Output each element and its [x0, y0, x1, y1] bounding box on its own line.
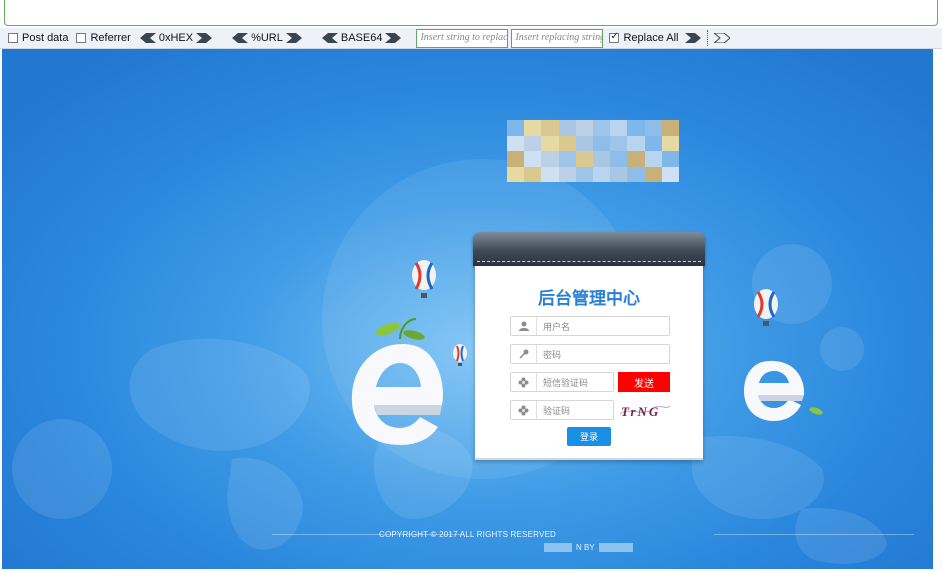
mosaic-tile — [593, 151, 611, 167]
replace-string-input[interactable]: Insert string to replace — [416, 28, 509, 48]
replace-all-checkbox-box[interactable] — [609, 31, 620, 43]
mosaic-tile — [575, 151, 593, 167]
hackbar-toolbar: Post data Referrer 0xHEX %URL BASE64 Ins… — [0, 28, 942, 49]
mosaic-tile — [644, 120, 662, 136]
mosaic-tile — [593, 120, 611, 136]
mosaic-tile — [627, 120, 645, 136]
mosaic-tile — [541, 166, 559, 182]
mosaic-tile — [507, 166, 525, 182]
mosaic-tile — [593, 166, 611, 182]
hex-encoder: 0xHEX — [137, 32, 215, 44]
login-panel-header — [473, 232, 705, 266]
mosaic-tile — [541, 151, 559, 167]
post-data-checkbox[interactable]: Post data — [8, 32, 68, 44]
hex-label: 0xHEX — [158, 32, 194, 44]
mosaic-tile — [644, 151, 662, 167]
hex-decode-right-arrow-icon[interactable] — [196, 33, 213, 43]
mosaic-tile — [627, 166, 645, 182]
flower-icon — [511, 373, 537, 391]
mosaic-tile — [575, 166, 593, 182]
sms-code-field[interactable]: 短信验证码 — [510, 372, 614, 392]
replacing-string-input[interactable]: Insert replacing string — [511, 28, 604, 48]
mosaic-tile — [575, 120, 593, 136]
powered-by-line: N BY — [544, 542, 633, 553]
mosaic-tile — [644, 166, 662, 182]
base64-decode-right-arrow-icon[interactable] — [385, 33, 402, 43]
login-button[interactable]: 登录 — [567, 427, 611, 446]
mosaic-tile — [541, 120, 559, 136]
post-data-checkbox-box[interactable] — [8, 33, 18, 43]
username-field[interactable]: 用户名 — [510, 316, 670, 336]
e-logo-right-icon — [744, 360, 823, 421]
referrer-checkbox-box[interactable] — [76, 33, 87, 43]
login-panel-body: 后台管理中心 用户名 密码 短信验证码 发送 验证码 TrNG 登录 — [475, 266, 703, 460]
password-field[interactable]: 密码 — [510, 344, 670, 364]
base64-encoder: BASE64 — [319, 32, 405, 44]
extra-arrow-icon[interactable] — [713, 33, 730, 43]
url-encoder: %URL — [229, 32, 305, 44]
mosaic-tile — [575, 135, 593, 151]
mosaic-tile — [661, 151, 679, 167]
url-encode-left-arrow-icon[interactable] — [232, 33, 249, 43]
replace-go-arrow-icon[interactable] — [684, 33, 701, 43]
user-icon — [511, 317, 537, 335]
referrer-label: Referrer — [90, 32, 131, 44]
mosaic-tile — [661, 120, 679, 136]
replace-all-checkbox[interactable]: Replace All — [609, 31, 679, 44]
mosaic-tile — [541, 135, 559, 151]
url-decode-right-arrow-icon[interactable] — [285, 33, 302, 43]
post-data-label: Post data — [22, 32, 69, 44]
mosaic-tile — [661, 135, 679, 151]
powered-by-text: N BY — [576, 543, 595, 552]
mosaic-tile — [558, 135, 576, 151]
login-page-background: 后台管理中心 用户名 密码 短信验证码 发送 验证码 TrNG 登录 COPYR… — [2, 49, 933, 569]
mosaic-tile — [661, 166, 679, 182]
mosaic-tile — [558, 166, 576, 182]
replace-all-label: Replace All — [623, 32, 679, 44]
world-map-background — [12, 159, 887, 564]
send-sms-button[interactable]: 发送 — [618, 372, 670, 392]
mosaic-tile — [524, 151, 542, 167]
base64-encode-left-arrow-icon[interactable] — [321, 33, 338, 43]
balloon-right-icon — [754, 289, 778, 326]
mosaic-tile — [610, 135, 628, 151]
captcha-placeholder: 验证码 — [543, 406, 571, 417]
captcha-field[interactable]: 验证码 — [510, 400, 614, 420]
password-placeholder: 密码 — [543, 350, 562, 361]
key-icon — [511, 345, 537, 363]
mosaic-tile — [524, 135, 542, 151]
mosaic-tile — [593, 135, 611, 151]
mosaic-tile — [558, 120, 576, 136]
flower-icon — [511, 401, 537, 419]
url-label: %URL — [251, 32, 283, 44]
mosaic-tile — [644, 135, 662, 151]
mosaic-tile — [610, 166, 628, 182]
mosaic-tile — [524, 166, 542, 182]
mosaic-tile — [610, 120, 628, 136]
username-placeholder: 用户名 — [543, 322, 571, 333]
mosaic-tile — [627, 151, 645, 167]
redacted-block — [544, 543, 572, 552]
mosaic-tile — [610, 151, 628, 167]
base64-label: BASE64 — [340, 32, 383, 44]
page-title: 后台管理中心 — [538, 289, 640, 309]
mosaic-tile — [524, 120, 542, 136]
blurred-logo — [507, 120, 679, 182]
captcha-text: TrNG — [621, 404, 660, 419]
mosaic-tile — [507, 120, 525, 136]
captcha-image[interactable]: TrNG — [618, 400, 670, 422]
mosaic-tile — [558, 151, 576, 167]
url-textarea[interactable] — [4, 0, 938, 26]
sms-code-placeholder: 短信验证码 — [543, 378, 589, 389]
hex-encode-left-arrow-icon[interactable] — [139, 33, 156, 43]
copyright-text: COPYRIGHT © 2017 ALL RIGHTS RESERVED — [378, 530, 556, 539]
mosaic-tile — [627, 135, 645, 151]
login-panel: 后台管理中心 用户名 密码 短信验证码 发送 验证码 TrNG 登录 — [473, 232, 705, 463]
mosaic-tile — [507, 151, 525, 167]
redacted-block — [598, 543, 633, 552]
toolbar-separator — [706, 30, 708, 46]
referrer-checkbox[interactable]: Referrer — [76, 32, 131, 44]
mosaic-tile — [507, 135, 525, 151]
